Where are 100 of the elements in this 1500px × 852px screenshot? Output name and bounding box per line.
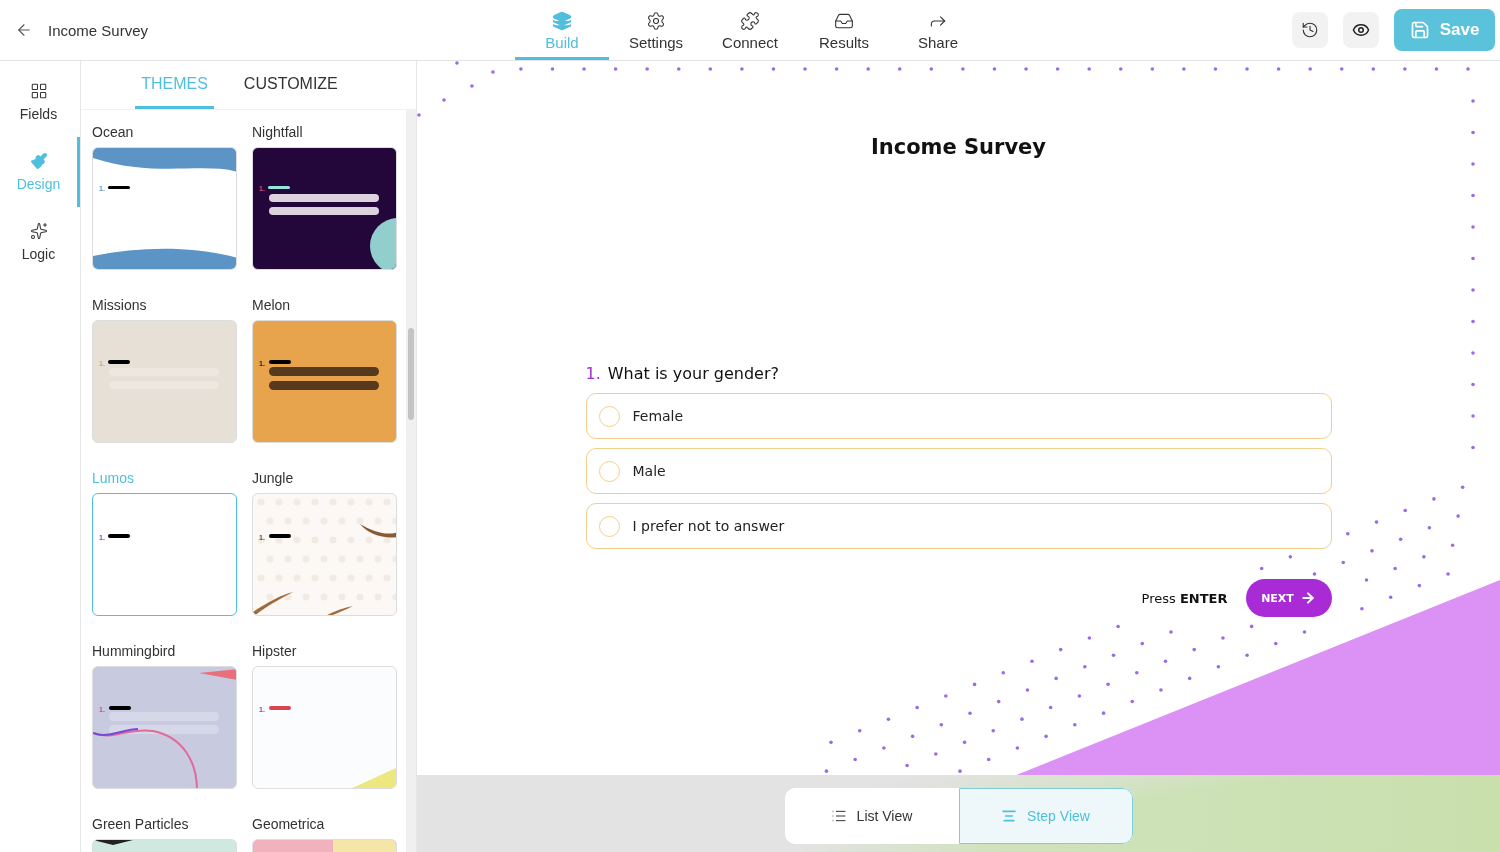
dot [905, 763, 909, 768]
history-button[interactable] [1292, 12, 1328, 48]
dot [1388, 595, 1393, 599]
question-text: What is your gender? [607, 364, 780, 383]
dot [915, 705, 919, 710]
dot [1106, 682, 1110, 687]
dot [1163, 659, 1168, 663]
dot [886, 717, 891, 721]
enter-hint: Press ENTER [1141, 590, 1228, 606]
sidebar-item[interactable]: Fields [0, 67, 80, 137]
dot [1456, 514, 1460, 518]
dot [1221, 636, 1225, 640]
answer-option[interactable]: Female [585, 393, 1332, 439]
dot [934, 752, 938, 756]
dot [958, 769, 962, 773]
dot [1341, 560, 1346, 565]
dot [824, 769, 829, 773]
sparkles-icon [29, 222, 48, 240]
layers-icon [552, 11, 572, 31]
panel-tab[interactable]: CUSTOMIZE [237, 61, 344, 109]
nav-tab[interactable]: Settings [609, 0, 703, 60]
next-button[interactable]: NEXT [1245, 579, 1332, 617]
dot [944, 694, 948, 698]
theme-name: Hipster [252, 643, 298, 660]
dot [1364, 578, 1369, 582]
dot [1030, 659, 1034, 663]
theme-name: Jungle [252, 470, 295, 487]
dot [1374, 520, 1379, 524]
dot [853, 757, 857, 762]
dot [1058, 647, 1063, 652]
nav-tab[interactable]: Connect [703, 0, 797, 60]
dot [1020, 717, 1024, 721]
dot [417, 113, 421, 117]
dot [1360, 607, 1364, 611]
scrollbar[interactable] [406, 110, 416, 852]
dot [1446, 572, 1450, 576]
survey-title: Income Survey [48, 21, 149, 39]
sidebar-item[interactable]: Logic [0, 207, 80, 277]
brush-icon [29, 152, 48, 170]
arrow-right-icon [1299, 590, 1316, 606]
grid-icon [29, 82, 48, 100]
dot [1001, 671, 1006, 675]
answer-option[interactable]: Male [585, 448, 1332, 494]
gear-icon [646, 11, 666, 31]
dot [1159, 688, 1163, 692]
history-icon [1301, 21, 1319, 39]
theme-name: Ocean [92, 124, 135, 141]
dot [1111, 653, 1116, 657]
dot [1427, 525, 1432, 530]
dot [986, 757, 991, 762]
dot [1245, 653, 1249, 657]
dot [1192, 647, 1196, 652]
dot [491, 70, 495, 74]
dot [857, 728, 862, 733]
theme-name: Lumos [92, 470, 136, 487]
dot [939, 723, 944, 727]
dot [1101, 711, 1106, 715]
dot [882, 746, 886, 750]
dot [1249, 624, 1254, 629]
dot [1393, 566, 1397, 571]
preview-button[interactable] [1343, 12, 1379, 48]
dot [910, 734, 915, 739]
theme-name: Geometrica [252, 816, 326, 833]
dot [829, 740, 833, 745]
dot [1259, 566, 1264, 571]
dot [1460, 485, 1465, 490]
dot [1083, 665, 1087, 669]
nav-tab[interactable]: Share [891, 0, 985, 60]
dot [1346, 531, 1350, 536]
dot [991, 728, 996, 733]
nav-tab[interactable]: Results [797, 0, 891, 60]
theme-name: Hummingbird [92, 643, 177, 660]
dot [1169, 630, 1173, 634]
dot [1187, 676, 1192, 681]
dot [1048, 705, 1053, 710]
theme-preview-drawing [333, 840, 396, 852]
lines-icon [1001, 808, 1018, 824]
puzzle-icon [740, 11, 760, 31]
eye-icon [1352, 21, 1370, 39]
dot [1116, 624, 1120, 629]
dot [1432, 497, 1436, 501]
dot [1140, 641, 1145, 646]
form-title: Income Survey [870, 135, 1047, 159]
dot [1312, 572, 1317, 576]
dot [470, 84, 474, 88]
dot [1288, 555, 1293, 559]
dot [1370, 549, 1374, 553]
dot [962, 740, 967, 745]
dot [1087, 636, 1092, 640]
dot [1130, 699, 1135, 704]
theme-name: Melon [252, 297, 292, 314]
dot [1044, 734, 1048, 739]
dot [972, 682, 977, 687]
dot [996, 699, 1001, 704]
answer-option[interactable]: I prefer not to answer [585, 503, 1332, 549]
question-number: 1. [585, 364, 601, 383]
dot [1450, 543, 1455, 548]
dot [1135, 671, 1139, 675]
theme-name: Missions [92, 297, 148, 314]
dot [1398, 537, 1403, 542]
